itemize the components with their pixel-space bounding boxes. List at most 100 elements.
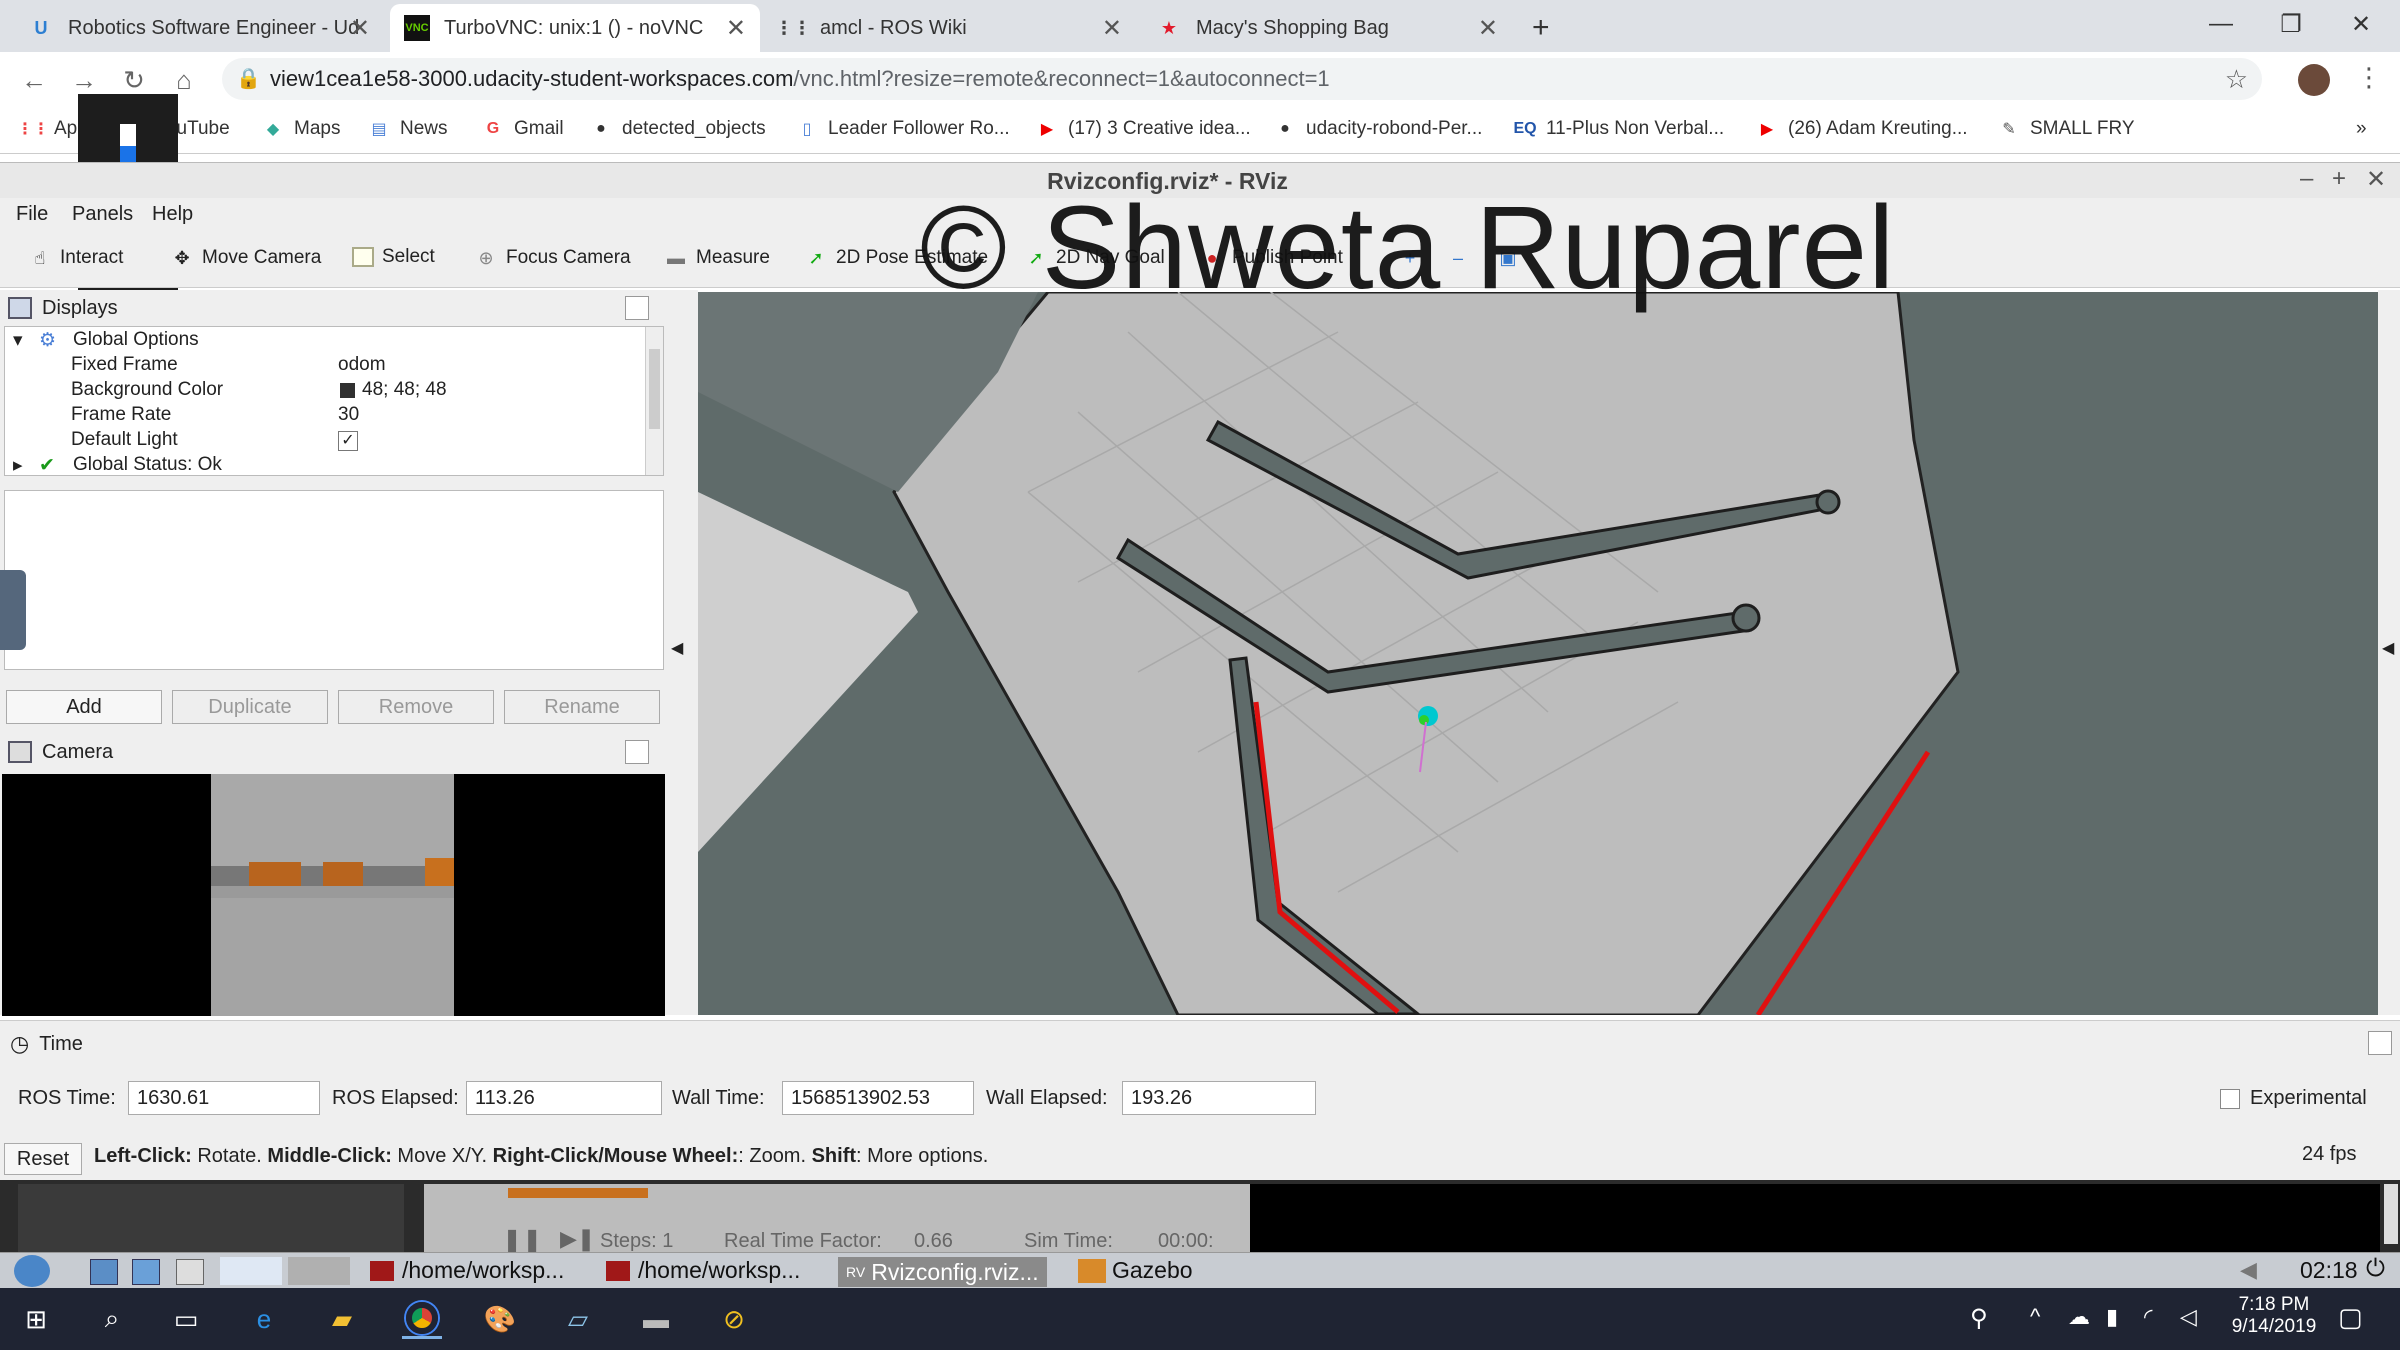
tree-row-fixed-frame[interactable]: Fixed Frame odom — [5, 354, 645, 379]
focus-camera-tool[interactable]: ⊕ Focus Camera — [474, 246, 630, 270]
interact-tool[interactable]: ☝ Interact — [28, 246, 124, 270]
paint-icon[interactable]: 🎨 — [480, 1299, 520, 1339]
bookmark-small-fry[interactable]: ✎ SMALL FRY — [1998, 118, 2134, 140]
bookmark-gmail[interactable]: G Gmail — [482, 118, 564, 140]
taskbar-item-terminal-1[interactable]: /home/worksp... — [370, 1257, 564, 1284]
tree-row-background-color[interactable]: Background Color 48; 48; 48 — [5, 379, 645, 404]
scrollbar[interactable] — [2384, 1184, 2398, 1244]
default-light-checkbox[interactable]: ✓ — [338, 431, 358, 451]
url-input[interactable]: 🔒 view1cea1e58-3000.udacity-student-work… — [222, 58, 2262, 100]
bookmark-udacity-robond[interactable]: ● udacity-robond-Per... — [1274, 118, 1482, 140]
bookmark-star-icon[interactable]: ☆ — [2225, 64, 2248, 95]
notepad-icon[interactable]: ▱ — [558, 1299, 598, 1339]
people-icon[interactable]: ⚲ — [1970, 1304, 1988, 1333]
search-icon[interactable]: ⌕ — [92, 1299, 132, 1339]
bookmark-adam-kreuting[interactable]: ▶ (26) Adam Kreuting... — [1756, 118, 1968, 140]
workspace-1[interactable] — [220, 1257, 282, 1285]
close-icon[interactable]: ✕ — [1478, 14, 1498, 43]
bookmark-news[interactable]: ▤ News — [368, 118, 447, 140]
minimize-icon[interactable]: – — [2300, 165, 2313, 193]
collapse-left-icon[interactable]: ◀ — [671, 638, 683, 658]
chrome-icon[interactable] — [402, 1299, 442, 1339]
back-button[interactable]: ← — [14, 60, 54, 100]
bookmark-leader-follower[interactable]: ▯ Leader Follower Ro... — [796, 118, 1010, 140]
tab-amcl[interactable]: ⋮⋮ amcl - ROS Wiki ✕ — [766, 4, 1136, 52]
menu-panels[interactable]: Panels — [72, 203, 133, 226]
desktop-icon[interactable] — [132, 1259, 160, 1285]
new-tab-button[interactable]: + — [1518, 4, 1568, 52]
close-window-button[interactable]: ✕ — [2326, 0, 2396, 48]
tree-value[interactable]: odom — [338, 354, 386, 376]
close-icon[interactable]: ✕ — [1102, 14, 1122, 43]
notification-icon[interactable]: ▢ — [2338, 1302, 2363, 1333]
measure-tool[interactable]: ▬ Measure — [664, 246, 770, 270]
close-icon[interactable]: ✕ — [2366, 165, 2386, 194]
collapse-right-icon[interactable]: ◀ — [2382, 638, 2394, 658]
panel-float-checkbox[interactable] — [625, 740, 649, 764]
tree-row-global-options[interactable]: ▾ ⚙ Global Options — [5, 329, 645, 354]
system-clock[interactable]: 7:18 PM 9/14/2019 — [2214, 1294, 2334, 1338]
add-button[interactable]: Add — [6, 690, 162, 724]
side-drawer-handle[interactable] — [0, 570, 26, 650]
menu-kebab-icon[interactable]: ⋮ — [2356, 62, 2382, 93]
maximize-icon[interactable]: + — [2332, 165, 2346, 193]
speaker-icon[interactable]: ◁ — [2180, 1304, 2197, 1330]
taskbar-item-terminal-2[interactable]: /home/worksp... — [606, 1257, 800, 1284]
window-icon[interactable] — [176, 1259, 204, 1285]
cloud-icon[interactable]: ☁ — [2068, 1304, 2090, 1330]
right-splitter[interactable]: ◀ — [2378, 290, 2400, 1015]
app-window-icon[interactable]: ▬ — [636, 1299, 676, 1339]
restore-button[interactable]: ❐ — [2256, 0, 2326, 48]
windows-start-icon[interactable]: ⊞ — [16, 1299, 56, 1339]
workspace-2[interactable] — [288, 1257, 350, 1285]
tree-value[interactable]: 30 — [338, 404, 359, 426]
remove-button[interactable]: Remove — [338, 690, 494, 724]
volume-icon[interactable]: ◀ — [2240, 1257, 2257, 1283]
tree-row-default-light[interactable]: Default Light ✓ — [5, 429, 645, 454]
tree-scrollbar[interactable] — [645, 327, 663, 475]
close-icon[interactable]: ✕ — [350, 14, 370, 43]
tab-macys[interactable]: ★ Macy's Shopping Bag ✕ — [1142, 4, 1512, 52]
power-icon[interactable]: ⏻ — [2366, 1255, 2385, 1283]
rename-button[interactable]: Rename — [504, 690, 660, 724]
step-icon[interactable]: ▶❚ — [560, 1226, 595, 1252]
scroll-thumb[interactable] — [649, 349, 660, 429]
tree-row-frame-rate[interactable]: Frame Rate 30 — [5, 404, 645, 429]
tree-value-wrap[interactable]: 48; 48; 48 — [338, 379, 447, 401]
left-splitter[interactable]: ◀ — [665, 290, 698, 1015]
panel-float-checkbox[interactable] — [625, 296, 649, 320]
taskbar-item-gazebo[interactable]: Gazebo — [1078, 1257, 1193, 1284]
bookmark-detected-objects[interactable]: ● detected_objects — [590, 118, 766, 140]
file-manager-icon[interactable] — [90, 1259, 118, 1285]
more-bookmarks-button[interactable]: » — [2356, 118, 2367, 140]
close-icon[interactable]: ✕ — [726, 14, 746, 43]
tab-udacity[interactable]: U Robotics Software Engineer - Ud ✕ — [14, 4, 384, 52]
wall-time-field[interactable]: 1568513902.53 — [782, 1081, 974, 1115]
chevron-up-icon[interactable]: ^ — [2030, 1304, 2040, 1330]
reset-button[interactable]: Reset — [4, 1143, 82, 1175]
move-camera-tool[interactable]: ✥ Move Camera — [170, 246, 321, 270]
timer-app-icon[interactable]: ⊘ — [714, 1299, 754, 1339]
start-menu-icon[interactable] — [14, 1255, 50, 1287]
bookmark-apps[interactable]: ⋮⋮ Ap — [17, 118, 77, 140]
tab-turbovnc[interactable]: VNC TurboVNC: unix:1 () - noVNC ✕ — [390, 4, 760, 52]
rviz-3d-viewport[interactable] — [698, 292, 2378, 1015]
menu-file[interactable]: File — [16, 203, 48, 226]
minimize-button[interactable]: — — [2186, 0, 2256, 48]
select-tool[interactable]: Select — [352, 246, 435, 268]
tree-row-global-status[interactable]: ▸ ✔ Global Status: Ok — [5, 454, 645, 479]
task-view-icon[interactable]: ▭ — [166, 1299, 206, 1339]
expand-arrow-icon[interactable]: ▾ — [13, 329, 23, 352]
avatar[interactable] — [2298, 64, 2330, 96]
bookmark-11-plus[interactable]: EQ 11-Plus Non Verbal... — [1513, 118, 1724, 140]
menu-help[interactable]: Help — [152, 203, 193, 226]
wall-elapsed-field[interactable]: 193.26 — [1122, 1081, 1316, 1115]
duplicate-button[interactable]: Duplicate — [172, 690, 328, 724]
bookmark-creative-ideas[interactable]: ▶ (17) 3 Creative idea... — [1036, 118, 1251, 140]
edge-icon[interactable]: e — [244, 1299, 284, 1339]
panel-float-checkbox[interactable] — [2368, 1031, 2392, 1055]
pause-icon[interactable]: ❚❚ — [502, 1226, 542, 1255]
ros-elapsed-field[interactable]: 113.26 — [466, 1081, 662, 1115]
ros-time-field[interactable]: 1630.61 — [128, 1081, 320, 1115]
battery-icon[interactable]: ▮ — [2106, 1304, 2118, 1330]
